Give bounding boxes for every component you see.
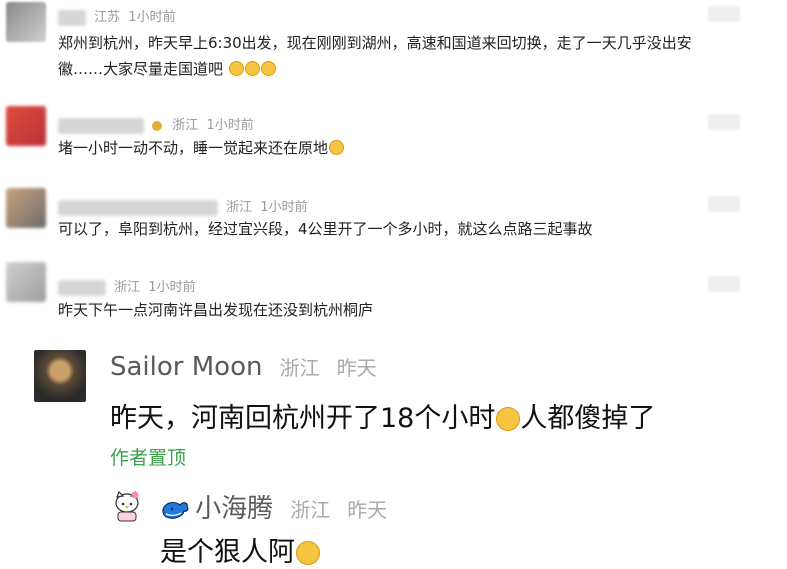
comment-meta: 浙江 1小时前 — [58, 114, 254, 134]
avatar[interactable] — [6, 2, 46, 42]
verified-badge-icon — [152, 120, 163, 131]
comment-text: 昨天，河南回杭州开了18个小时 人都傻掉了 — [110, 403, 656, 434]
like-button-blurred[interactable] — [708, 196, 740, 212]
comment-text: 是个狠人阿 — [160, 530, 320, 569]
hello-kitty-avatar-icon — [115, 490, 139, 522]
comment-text: 郑州到杭州，昨天早上6:30出发，现在刚刚到湖州，高速和国道来回切换，走了一天几… — [58, 34, 692, 78]
comment-meta: 小海腾 浙江 昨天 — [160, 488, 387, 525]
username-blurred[interactable] — [58, 117, 144, 134]
comment-text: 堵一小时一动不动，睡一觉起来还在原地 — [58, 135, 345, 161]
avatar[interactable] — [6, 188, 46, 228]
comment-time: 1小时前 — [260, 200, 308, 215]
comment-location: 浙江 — [172, 118, 199, 133]
avatar[interactable] — [6, 262, 46, 302]
username-blurred[interactable] — [58, 279, 106, 296]
comment-time: 1小时前 — [128, 10, 176, 25]
comment-text: 可以了，阜阳到杭州，经过宜兴段，4公里开了一个多小时，就这么点路三起事故 — [58, 220, 593, 238]
comment-time: 1小时前 — [148, 280, 196, 295]
laughing-emoji-icon — [296, 541, 320, 565]
comment-meta: 浙江 1小时前 — [58, 196, 308, 216]
comment-time: 昨天 — [336, 356, 377, 380]
comment-text: 昨天下午一点河南许昌出发现在还没到杭州桐庐 — [58, 301, 374, 319]
comment-time: 1小时前 — [206, 118, 254, 133]
comment-location: 浙江 — [226, 200, 253, 215]
avatar[interactable] — [34, 350, 86, 402]
comment-meta: 浙江 1小时前 — [58, 276, 196, 296]
comment-location: 浙江 — [114, 280, 141, 295]
whale-badge-icon — [160, 497, 190, 525]
like-button-blurred[interactable] — [708, 114, 740, 130]
comment-meta: Sailor Moon 浙江 昨天 — [110, 352, 377, 382]
comment-meta: 江苏 1小时前 — [58, 6, 176, 26]
username-blurred[interactable] — [58, 199, 218, 216]
comment-time: 昨天 — [347, 498, 388, 522]
like-button-blurred[interactable] — [708, 6, 740, 22]
username[interactable]: Sailor Moon — [110, 352, 262, 382]
dizzy-emoji-icon — [329, 140, 345, 155]
comment-location: 江苏 — [94, 10, 121, 25]
dizzy-emoji-icon — [228, 60, 276, 78]
username-blurred[interactable] — [58, 9, 86, 26]
avatar[interactable] — [6, 106, 46, 146]
comment-location: 浙江 — [290, 498, 331, 522]
username[interactable]: 小海腾 — [195, 494, 273, 524]
comment-location: 浙江 — [279, 356, 320, 380]
pinned-label: 作者置顶 — [110, 447, 187, 469]
avatar[interactable] — [110, 490, 148, 524]
like-button-blurred[interactable] — [708, 276, 740, 292]
crying-laughing-emoji-icon — [496, 407, 521, 431]
